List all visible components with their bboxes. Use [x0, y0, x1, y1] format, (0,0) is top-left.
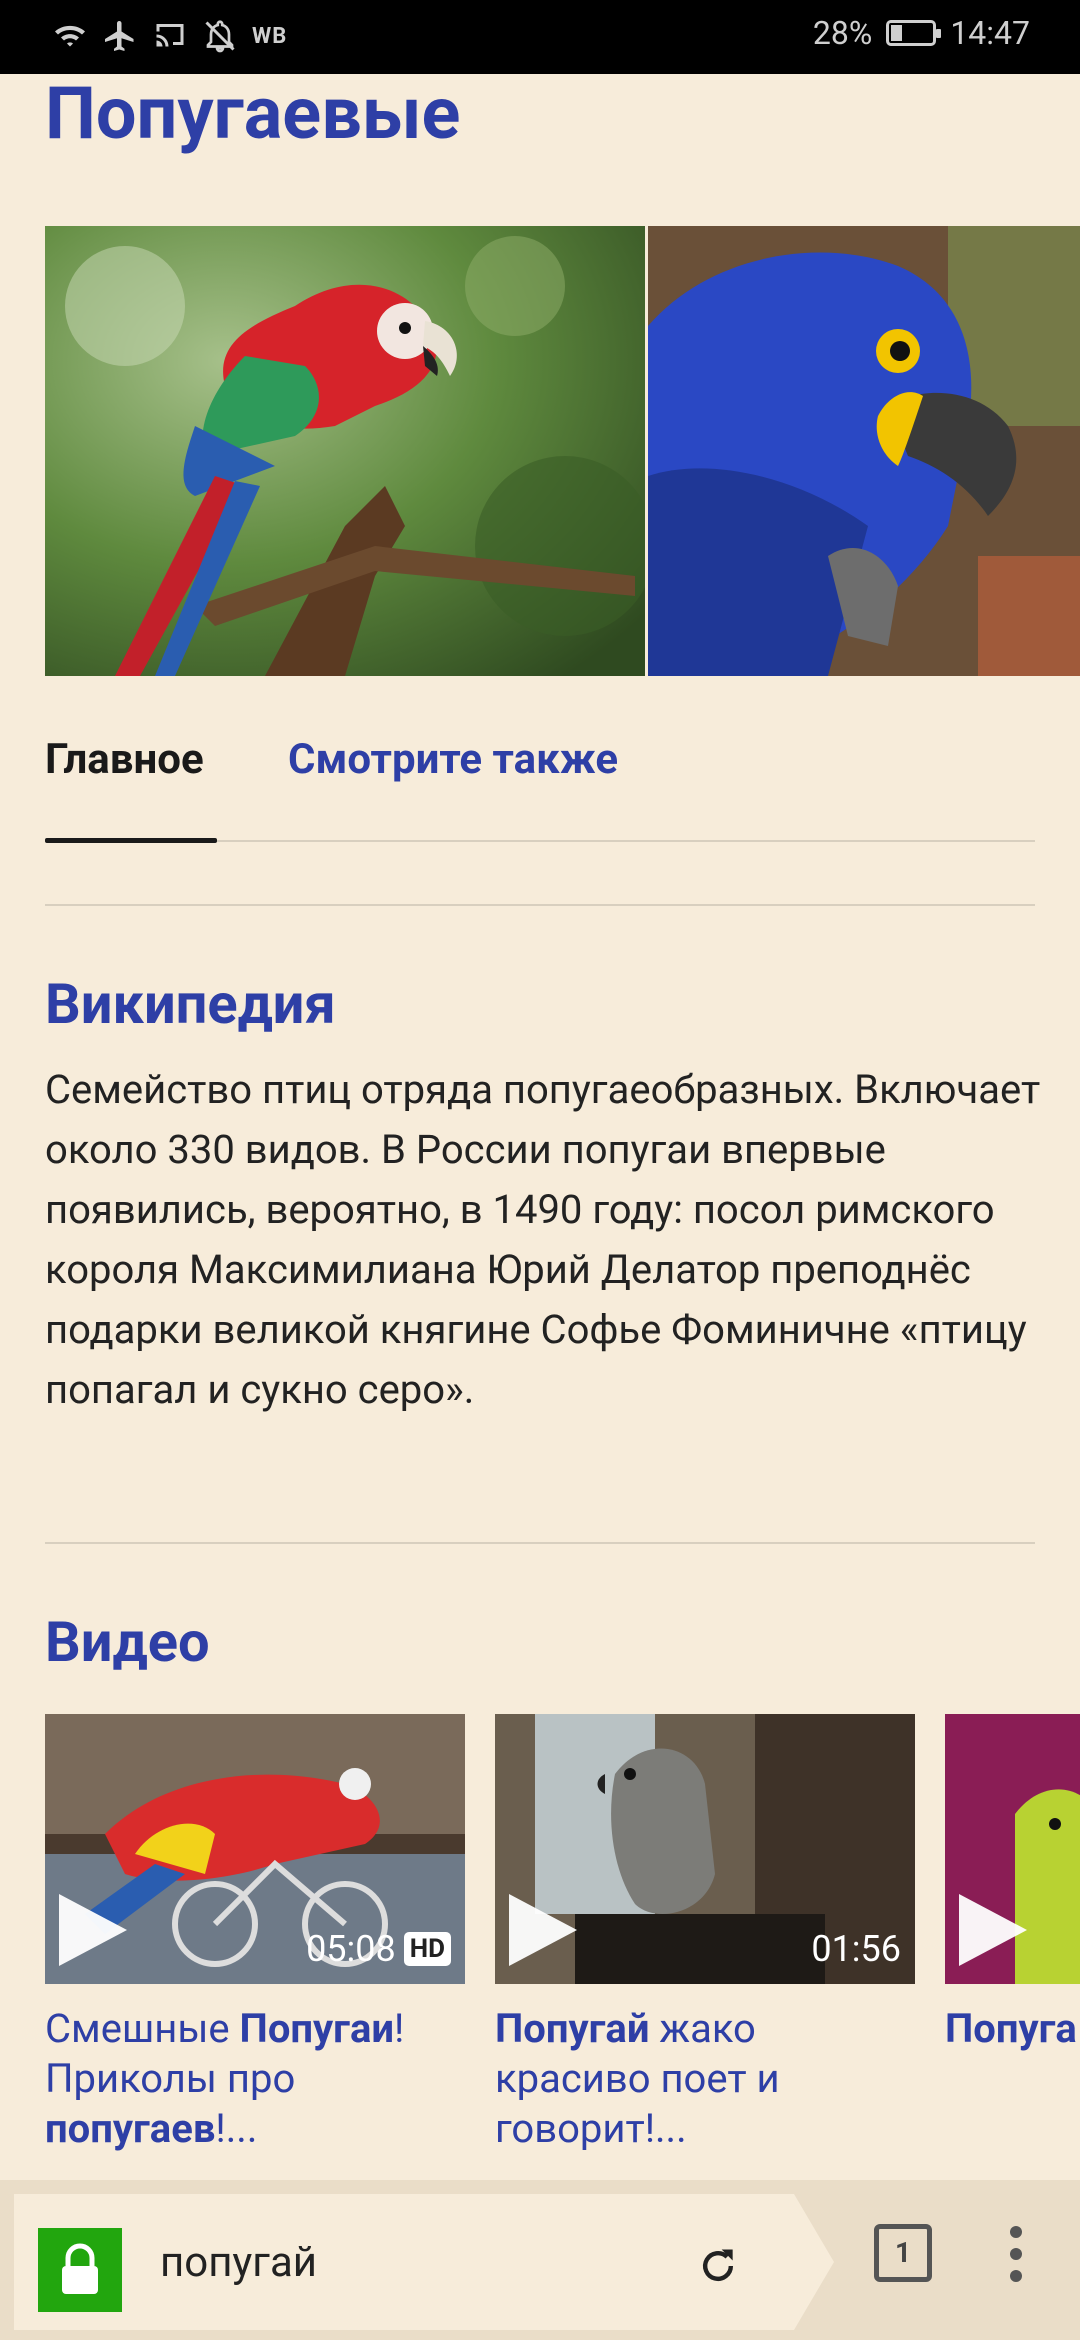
tab-bar: Главное Смотрите также — [45, 730, 1035, 846]
battery-fill — [891, 25, 903, 41]
video-duration: 05:08 HD — [306, 1928, 451, 1970]
video-card[interactable]: Попуга Смешн весела — [945, 1714, 1080, 2054]
duration-text: 05:08 — [306, 1928, 396, 1970]
video-thumbnail[interactable]: 01:56 — [495, 1714, 915, 1984]
video-carousel[interactable]: 05:08 HD Смешные Попугаи! Приколы про по… — [45, 1714, 1080, 2184]
play-icon[interactable] — [959, 1894, 1027, 1966]
tab-switcher-button[interactable]: 1 — [874, 2224, 932, 2282]
battery-percent: 28% — [812, 14, 873, 52]
lock-icon[interactable] — [38, 2228, 122, 2312]
tab-main[interactable]: Главное — [45, 730, 204, 790]
browser-bottom-bar: попугай 1 — [0, 2180, 1080, 2340]
duration-text: 01:56 — [811, 1928, 901, 1970]
clock: 14:47 — [950, 14, 1030, 52]
video-thumbnail[interactable]: 05:08 HD — [45, 1714, 465, 1984]
video-duration: 01:56 — [811, 1928, 901, 1970]
wifi-icon — [55, 25, 85, 47]
video-title[interactable]: Смешные Попугаи! Приколы про попугаев!..… — [45, 2004, 465, 2154]
page-title: Попугаевые — [45, 71, 461, 156]
gallery-image-macaw[interactable] — [45, 226, 645, 676]
video-title[interactable]: Попуга Смешн весела — [945, 2004, 1080, 2054]
bell-off-icon — [205, 20, 235, 53]
tab-see-also[interactable]: Смотрите также — [288, 730, 618, 790]
status-bar: WB 28% 14:47 — [0, 0, 1080, 74]
cast-icon — [156, 24, 184, 47]
video-heading[interactable]: Видео — [45, 1614, 210, 1670]
wikipedia-text: Семейство птиц отряда попугаеобразных. В… — [45, 1066, 1041, 1413]
tab-active-indicator — [45, 838, 217, 843]
airplane-icon — [105, 21, 134, 51]
divider — [45, 904, 1035, 906]
battery-icon — [886, 20, 942, 46]
play-icon[interactable] — [509, 1894, 577, 1966]
video-card[interactable]: 05:08 HD Смешные Попугаи! Приколы про по… — [45, 1714, 465, 2154]
image-gallery[interactable] — [45, 226, 1080, 676]
carrier-tag: WB — [252, 23, 288, 49]
more-menu-icon[interactable] — [1008, 2224, 1024, 2284]
hd-badge: HD — [403, 1932, 451, 1966]
wikipedia-heading[interactable]: Википедия — [45, 976, 336, 1032]
gallery-image-hyacinth-macaw[interactable] — [648, 226, 1080, 676]
refresh-icon[interactable] — [696, 2244, 740, 2288]
address-bar[interactable]: попугай — [14, 2194, 834, 2330]
video-card[interactable]: 01:56 Попугай жако красиво поет и говори… — [495, 1714, 915, 2154]
status-icons: WB — [52, 18, 287, 54]
video-thumbnail[interactable] — [945, 1714, 1080, 1984]
play-icon[interactable] — [59, 1894, 127, 1966]
url-text[interactable]: попугай — [160, 2238, 317, 2287]
divider — [45, 1542, 1035, 1544]
video-title[interactable]: Попугай жако красиво поет и говорит!... — [495, 2004, 915, 2154]
status-right: 28% 14:47 — [813, 14, 1030, 52]
